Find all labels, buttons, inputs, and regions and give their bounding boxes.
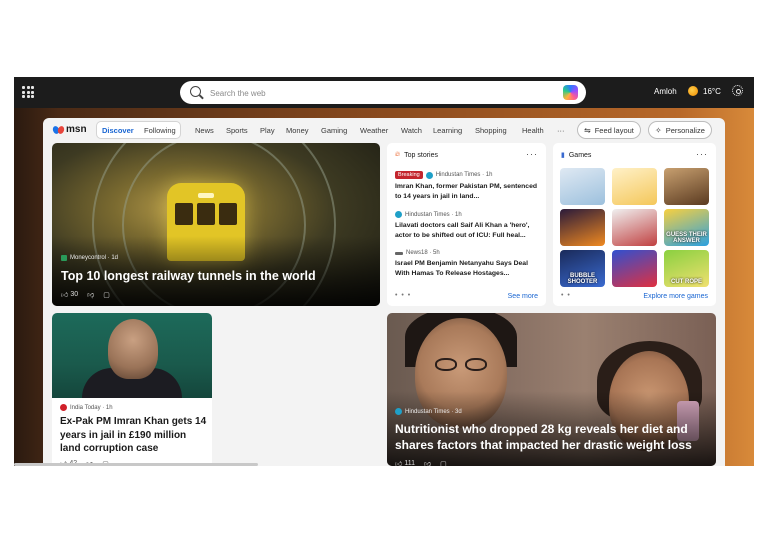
sun-icon[interactable] (688, 86, 698, 96)
story-item[interactable]: Breaking Hindustan Times · 1h Imran Khan… (395, 171, 541, 201)
stories-pager[interactable]: • • • (395, 292, 411, 299)
nav-play[interactable]: Play (260, 126, 275, 135)
browser-viewport: Amloh 16°C msn Discover Following News S… (14, 77, 754, 466)
top-stories-card: 🔥︎ Top stories ··· Breaking Hindustan Ti… (387, 143, 546, 306)
imran-khan-image (52, 313, 212, 398)
nav-gaming[interactable]: Gaming (321, 126, 347, 135)
game-tile[interactable] (612, 168, 657, 205)
personalize-label: Personalize (665, 125, 705, 135)
story-headline[interactable]: Lilavati doctors call Saif Ali Khan a 'h… (395, 221, 541, 240)
sliders-icon: ⇋ (584, 125, 591, 135)
nutri-source: Hindustan Times · 3d (395, 408, 462, 415)
thumbs-up-icon: 👍︎ (61, 292, 69, 299)
nav-sports[interactable]: Sports (226, 126, 248, 135)
top-stories-header: 🔥︎ Top stories (395, 151, 438, 159)
feed-layout-label: Feed layout (594, 125, 634, 135)
search-box[interactable] (180, 81, 586, 104)
gear-icon[interactable] (732, 85, 743, 96)
breaking-badge: Breaking (395, 171, 423, 179)
sparkle-icon: ✧ (655, 125, 662, 135)
nav-shopping[interactable]: Shopping (475, 126, 507, 135)
game-tile[interactable]: CUT ROPE (664, 250, 709, 287)
comment-button[interactable]: ▢ (103, 291, 110, 299)
thumbs-up-icon: 👍︎ (395, 461, 403, 466)
nav-news[interactable]: News (195, 126, 214, 135)
tab-discover[interactable]: Discover (102, 126, 134, 135)
temperature[interactable]: 16°C (703, 87, 721, 96)
story-headline[interactable]: Imran Khan, former Pakistan PM, sentence… (395, 182, 541, 201)
india-today-logo-icon (60, 404, 67, 411)
feed-layout-button[interactable]: ⇋ Feed layout (577, 121, 641, 139)
nav-health[interactable]: Health (522, 126, 544, 135)
nav-money[interactable]: Money (286, 126, 309, 135)
nav-learning[interactable]: Learning (433, 126, 462, 135)
logo-text: msn (66, 124, 87, 135)
user-name[interactable]: Amloh (654, 87, 677, 96)
nav-weather[interactable]: Weather (360, 126, 388, 135)
search-input[interactable] (208, 84, 532, 102)
thumbs-down-icon: 👎︎ (423, 461, 432, 466)
nav-more-button[interactable]: ··· (557, 126, 565, 135)
games-chart-icon: ▮ (561, 152, 565, 159)
moneycontrol-logo-icon (61, 255, 67, 261)
hindustan-times-logo-icon (395, 211, 402, 218)
game-tile[interactable]: GUESS THEIR ANSWER (664, 209, 709, 246)
top-bar: Amloh 16°C (14, 77, 754, 108)
butterfly-icon (51, 124, 66, 135)
news18-logo-icon (395, 251, 403, 255)
story-headline[interactable]: Israel PM Benjamin Netanyahu Says Deal W… (395, 259, 541, 278)
copilot-icon[interactable] (563, 85, 578, 100)
nutri-title[interactable]: Nutritionist who dropped 28 kg reveals h… (395, 421, 713, 453)
explore-more-games-link[interactable]: Explore more games (643, 293, 708, 300)
game-tile[interactable] (560, 209, 605, 246)
msn-logo[interactable]: msn (51, 124, 87, 135)
games-pager[interactable]: • • (561, 292, 571, 299)
dislike-button[interactable]: 👎︎ (424, 459, 431, 466)
category-nav: msn Discover Following News Sports Play … (43, 118, 725, 144)
tab-following[interactable]: Following (144, 126, 176, 135)
dislike-button[interactable]: 👎︎ (87, 290, 94, 299)
feed-container: msn Discover Following News Sports Play … (43, 118, 725, 466)
like-button[interactable]: 👍︎ 111 (395, 459, 415, 466)
hero-title[interactable]: Top 10 longest railway tunnels in the wo… (61, 269, 316, 283)
game-tile[interactable] (612, 209, 657, 246)
app-launcher-icon[interactable] (22, 86, 34, 98)
see-more-link[interactable]: See more (508, 293, 538, 300)
flame-icon: 🔥︎ (395, 151, 401, 158)
comment-icon: ▢ (103, 291, 110, 299)
story-item[interactable]: Hindustan Times · 1h Lilavati doctors ca… (395, 211, 541, 240)
nav-watch[interactable]: Watch (401, 126, 422, 135)
nutri-actions: 👍︎ 111 👎︎ ▢ (395, 459, 447, 466)
hero-actions: 👍︎ 30 👎︎ ▢ (61, 290, 110, 299)
like-button[interactable]: 👍︎ 30 (61, 290, 78, 299)
imran-title[interactable]: Ex-Pak PM Imran Khan gets 14 years in ja… (60, 415, 208, 456)
comment-icon: ▢ (440, 460, 447, 467)
hero-card-railway-tunnels[interactable]: Moneycontrol · 1d Top 10 longest railway… (52, 143, 380, 306)
news-card-imran-khan[interactable]: India Today · 1h Ex-Pak PM Imran Khan ge… (52, 313, 212, 466)
games-more-button[interactable]: ··· (696, 149, 708, 159)
search-icon (190, 86, 201, 97)
news-card-nutritionist[interactable]: Hindustan Times · 3d Nutritionist who dr… (387, 313, 716, 466)
top-stories-more-button[interactable]: ··· (526, 149, 538, 159)
story-item[interactable]: News18 · 5h Israel PM Benjamin Netanyahu… (395, 250, 541, 278)
games-header: ▮ Games (561, 151, 592, 160)
comment-button[interactable]: ▢ (440, 460, 447, 467)
personalize-button[interactable]: ✧ Personalize (648, 121, 712, 139)
horizontal-scrollbar[interactable] (14, 463, 258, 466)
game-tile[interactable] (664, 168, 709, 205)
game-tile[interactable] (560, 168, 605, 205)
hindustan-times-logo-icon (425, 171, 433, 179)
games-card: ▮ Games ··· GUESS THEIR ANSWER BUBBLE SH… (553, 143, 716, 306)
game-tile[interactable] (612, 250, 657, 287)
game-tile[interactable]: BUBBLE SHOOTER (560, 250, 605, 287)
hero-source: Moneycontrol · 1d (61, 255, 118, 261)
imran-source: India Today · 1h (60, 404, 113, 411)
thumbs-down-icon: 👎︎ (87, 292, 95, 299)
hindustan-times-logo-icon (395, 408, 402, 415)
